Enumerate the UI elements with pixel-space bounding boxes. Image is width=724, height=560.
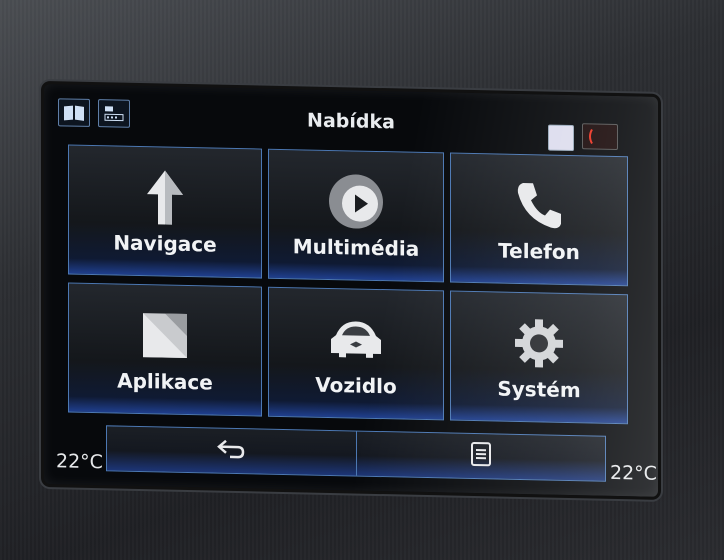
tile-vozidlo[interactable]: Vozidlo [268,286,444,421]
tile-telefon[interactable]: Telefon [450,152,628,287]
tile-label: Systém [497,376,581,403]
gear-icon [509,313,569,374]
navigation-arrow-icon [135,167,195,228]
car-icon [326,309,386,370]
apps-icon [135,305,195,366]
tile-label: Navigace [113,230,217,257]
tile-aplikace[interactable]: Aplikace [68,282,262,417]
phone-icon [509,175,569,236]
bottom-bar [106,425,606,482]
play-icon [326,171,386,232]
tile-label: Multimédia [292,234,420,261]
left-temperature: 22°C [56,450,103,474]
infotainment-screen: Nabídka Navigace Multimédia Telefon Apli… [44,84,658,497]
tile-label: Telefon [498,238,580,265]
tile-navigace[interactable]: Navigace [68,144,262,279]
menu-list-button[interactable] [355,431,605,481]
tile-label: Aplikace [117,368,213,395]
phone-signal-icon [582,123,618,151]
back-button[interactable] [107,426,356,475]
bluetooth-icon [548,124,574,152]
right-temperature: 22°C [610,461,657,485]
tile-label: Vozidlo [315,372,397,399]
tile-system[interactable]: Systém [450,290,628,425]
status-bar: Nabídka [44,84,658,152]
back-icon [216,438,246,465]
menu-grid: Navigace Multimédia Telefon Aplikace Voz… [68,144,652,429]
tile-multimedia[interactable]: Multimédia [268,148,444,283]
list-icon [470,441,492,471]
